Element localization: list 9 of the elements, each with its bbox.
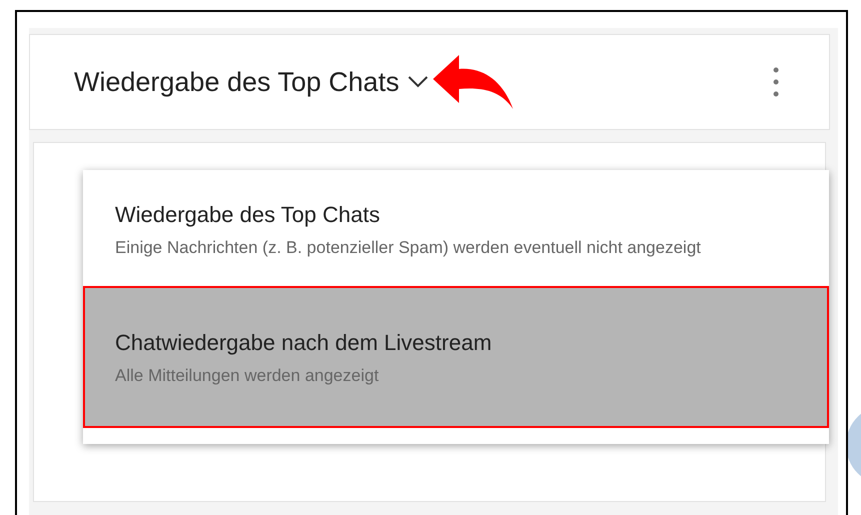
more-options-icon[interactable] bbox=[773, 67, 779, 97]
menu-item-title: Chatwiedergabe nach dem Livestream bbox=[115, 329, 493, 357]
menu-item[interactable]: Chatwiedergabe nach dem Livestream Alle Mitteilungen werden angezeigt bbox=[83, 286, 829, 428]
mode-dropdown[interactable]: Wiedergabe des Top Chats bbox=[74, 62, 430, 102]
menu-item[interactable]: Wiedergabe des Top Chats Einige Nachrichten (z. B. potenzieller Spam) werden eventuell nicht angezeigt bbox=[83, 200, 829, 270]
chevron-down-icon bbox=[407, 75, 430, 89]
menu-item-title: Wiedergabe des Top Chats bbox=[115, 201, 381, 229]
menu-item-description: Einige Nachrichten (z. B. potenzieller Spam) werden eventuell nicht angezeigt bbox=[115, 237, 702, 259]
menu-item-description: Alle Mitteilungen werden angezeigt bbox=[115, 365, 380, 387]
